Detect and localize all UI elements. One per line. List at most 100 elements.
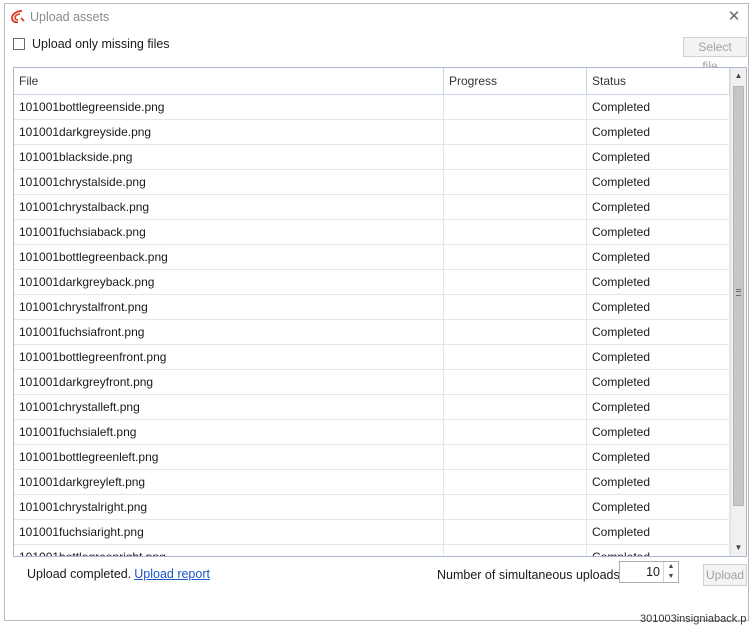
vertical-scrollbar[interactable]: ▲ ▼ (730, 68, 746, 556)
stepper-buttons: ▲ ▼ (663, 562, 678, 582)
upload-missing-checkbox[interactable] (13, 38, 25, 50)
upload-report-link[interactable]: Upload report (134, 567, 210, 581)
progress-cell (444, 395, 587, 419)
grid-header: File Progress Status (14, 68, 730, 95)
table-row[interactable]: 101001bottlegreenleft.png Completed (14, 445, 730, 470)
table-row[interactable]: 101001bottlegreenfront.png Completed (14, 345, 730, 370)
file-cell: 101001chrystalside.png (14, 170, 444, 194)
table-row[interactable]: 101001fuchsiaback.png Completed (14, 220, 730, 245)
column-header-progress[interactable]: Progress (444, 68, 587, 94)
progress-cell (444, 470, 587, 494)
grid-rows: 101001bottlegreenside.png Completed 101001… (14, 95, 730, 556)
progress-cell (444, 245, 587, 269)
table-row[interactable]: 101001darkgreyback.png Completed (14, 270, 730, 295)
column-header-status[interactable]: Status (587, 68, 730, 94)
progress-cell (444, 520, 587, 544)
progress-cell (444, 445, 587, 469)
progress-cell (444, 295, 587, 319)
scrollbar-thumb[interactable] (733, 86, 744, 506)
status-cell: Completed (587, 395, 730, 419)
file-cell: 101001bottlegreenright.png (14, 545, 444, 556)
progress-cell (444, 95, 587, 119)
table-row[interactable]: 101001chrystalside.png Completed (14, 170, 730, 195)
simultaneous-uploads-label: Number of simultaneous uploads: (437, 568, 624, 582)
progress-cell (444, 545, 587, 556)
status-cell: Completed (587, 220, 730, 244)
file-cell: 101001chrystalfront.png (14, 295, 444, 319)
file-cell: 101001darkgreyleft.png (14, 470, 444, 494)
column-header-file[interactable]: File (14, 68, 444, 94)
file-cell: 101001bottlegreenleft.png (14, 445, 444, 469)
status-cell: Completed (587, 420, 730, 444)
upload-missing-option[interactable]: Upload only missing files (13, 36, 170, 52)
table-row[interactable]: 101001bottlegreenback.png Completed (14, 245, 730, 270)
decrement-icon[interactable]: ▼ (664, 572, 678, 582)
table-row[interactable]: 101001fuchsialeft.png Completed (14, 420, 730, 445)
progress-cell (444, 270, 587, 294)
table-row[interactable]: 101001fuchsiaright.png Completed (14, 520, 730, 545)
status-cell: Completed (587, 495, 730, 519)
table-row[interactable]: 101001bottlegreenright.png Completed (14, 545, 730, 556)
file-cell: 101001fuchsialeft.png (14, 420, 444, 444)
background-file-label: 301003insigniaback.p (640, 613, 747, 625)
progress-cell (444, 370, 587, 394)
file-cell: 101001fuchsiafront.png (14, 320, 444, 344)
file-cell: 101001chrystalright.png (14, 495, 444, 519)
upload-status: Upload completed. Upload report (27, 567, 210, 581)
progress-cell (444, 345, 587, 369)
select-file-button[interactable]: Select file... (683, 37, 747, 73)
table-row[interactable]: 101001darkgreyside.png Completed (14, 120, 730, 145)
table-row[interactable]: 101001darkgreyleft.png Completed (14, 470, 730, 495)
status-cell: Completed (587, 195, 730, 219)
file-cell: 101001fuchsiaback.png (14, 220, 444, 244)
status-cell: Completed (587, 320, 730, 344)
window-title: Upload assets (30, 10, 110, 24)
progress-cell (444, 320, 587, 344)
upload-missing-label[interactable]: Upload only missing files (32, 37, 170, 51)
table-row[interactable]: 101001bottlegreenside.png Completed (14, 95, 730, 120)
table-row[interactable]: 101001blackside.png Completed (14, 145, 730, 170)
status-cell: Completed (587, 145, 730, 169)
status-cell: Completed (587, 545, 730, 556)
progress-cell (444, 145, 587, 169)
status-cell: Completed (587, 345, 730, 369)
progress-cell (444, 495, 587, 519)
file-cell: 101001chrystalback.png (14, 195, 444, 219)
file-cell: 101001bottlegreenfront.png (14, 345, 444, 369)
table-row[interactable]: 101001fuchsiafront.png Completed (14, 320, 730, 345)
progress-cell (444, 120, 587, 144)
file-cell: 101001darkgreyback.png (14, 270, 444, 294)
table-row[interactable]: 101001darkgreyfront.png Completed (14, 370, 730, 395)
progress-cell (444, 170, 587, 194)
status-cell: Completed (587, 445, 730, 469)
table-row[interactable]: 101001chrystalright.png Completed (14, 495, 730, 520)
file-cell: 101001bottlegreenside.png (14, 95, 444, 119)
scroll-up-icon[interactable]: ▲ (731, 68, 746, 84)
grip-icon (736, 289, 741, 296)
status-text: Upload completed. (27, 567, 132, 581)
file-cell: 101001blackside.png (14, 145, 444, 169)
status-cell: Completed (587, 370, 730, 394)
status-cell: Completed (587, 120, 730, 144)
progress-cell (444, 420, 587, 444)
status-cell: Completed (587, 295, 730, 319)
table-row[interactable]: 101001chrystalfront.png Completed (14, 295, 730, 320)
status-cell: Completed (587, 170, 730, 194)
scroll-down-icon[interactable]: ▼ (731, 540, 746, 556)
table-row[interactable]: 101001chrystalback.png Completed (14, 195, 730, 220)
status-cell: Completed (587, 520, 730, 544)
upload-grid: File Progress Status 101001bottlegreensi… (13, 67, 747, 557)
file-cell: 101001darkgreyfront.png (14, 370, 444, 394)
table-row[interactable]: 101001chrystalleft.png Completed (14, 395, 730, 420)
close-icon[interactable]: ✕ (724, 7, 744, 27)
upload-button[interactable]: Upload (703, 564, 747, 586)
file-cell: 101001darkgreyside.png (14, 120, 444, 144)
stepper-value[interactable]: 10 (646, 565, 660, 579)
file-cell: 101001fuchsiaright.png (14, 520, 444, 544)
title-bar: Upload assets ✕ (5, 4, 748, 30)
file-cell: 101001bottlegreenback.png (14, 245, 444, 269)
increment-icon[interactable]: ▲ (664, 562, 678, 572)
status-cell: Completed (587, 470, 730, 494)
simultaneous-uploads-stepper[interactable]: 10 ▲ ▼ (619, 561, 679, 583)
status-cell: Completed (587, 95, 730, 119)
